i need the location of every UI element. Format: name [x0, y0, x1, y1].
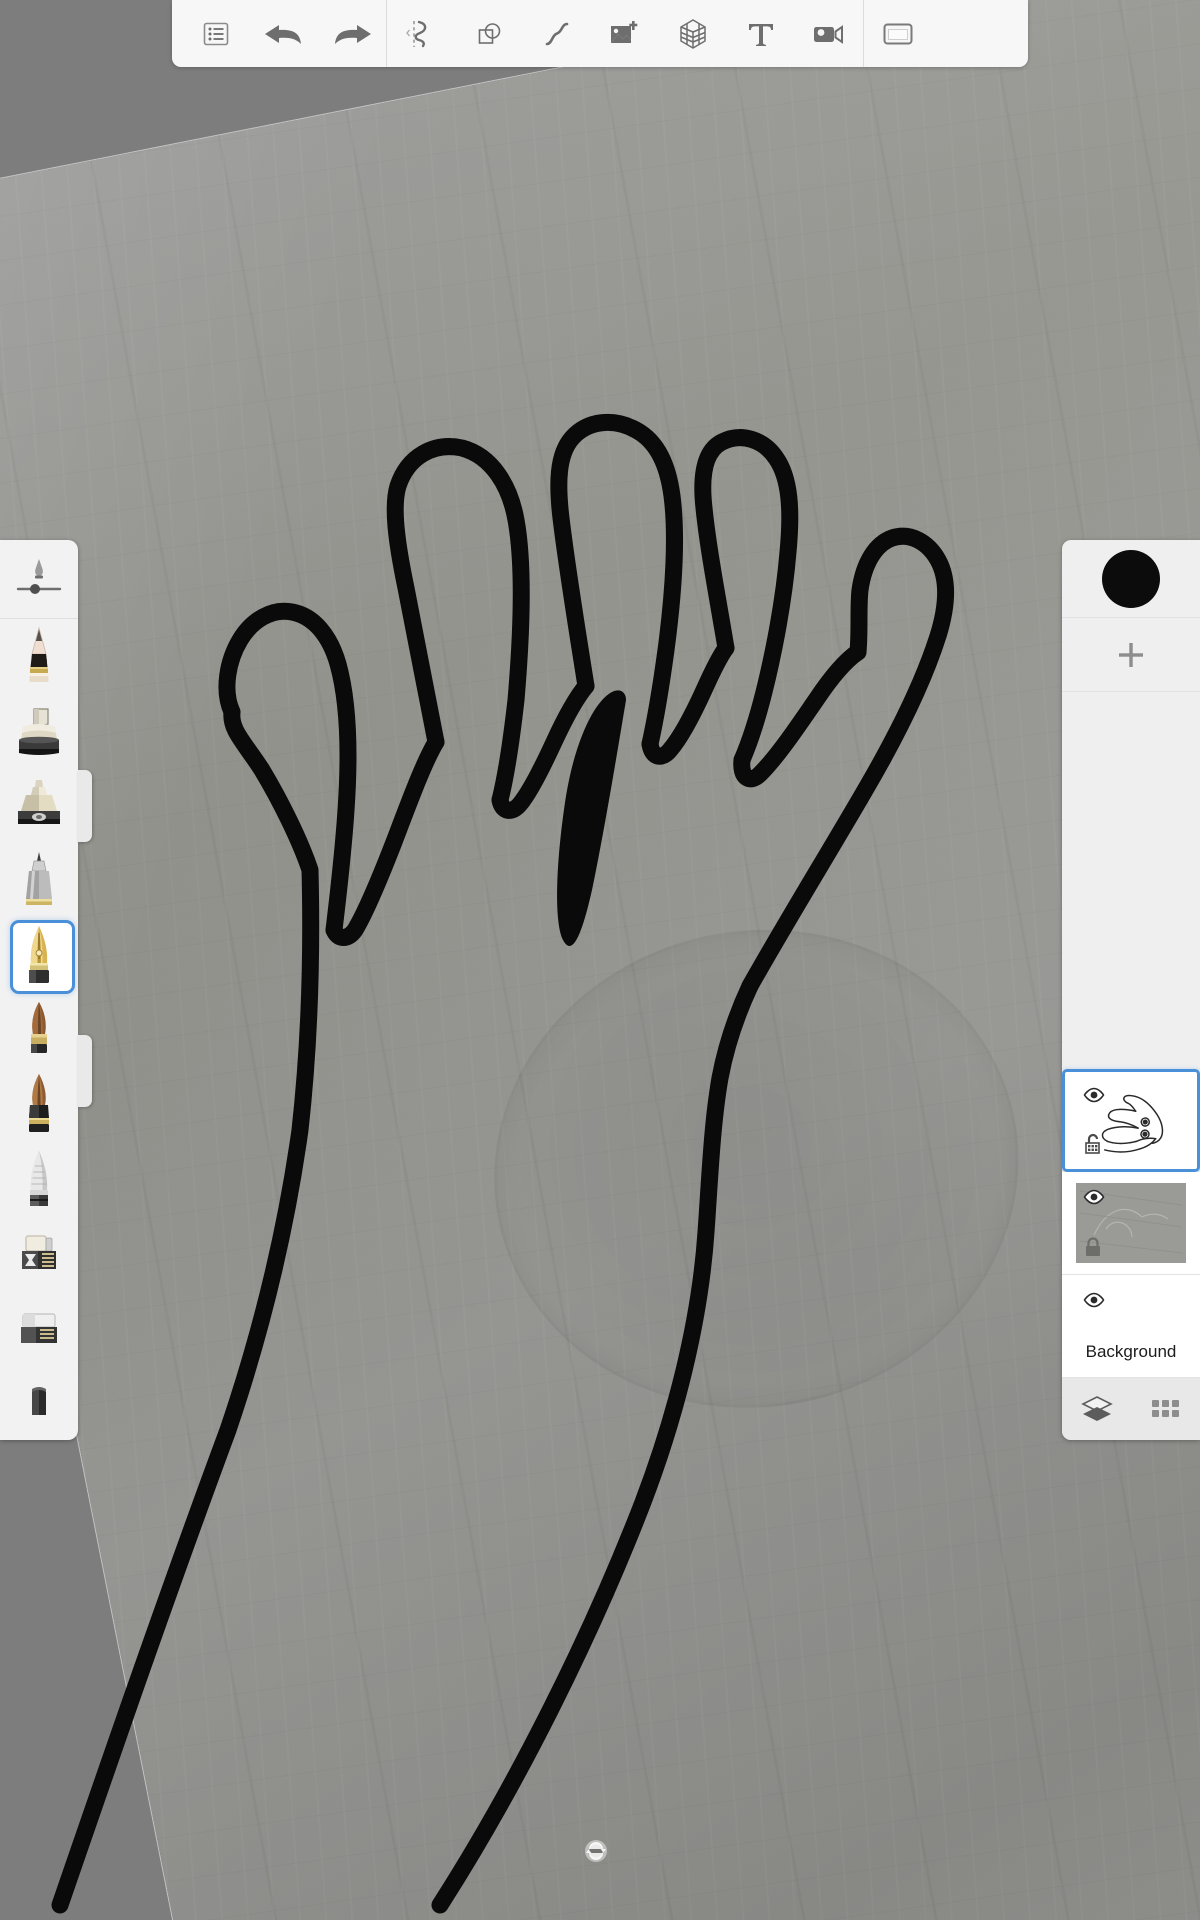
shapes-button[interactable] — [455, 0, 523, 67]
eye-icon[interactable] — [1083, 1189, 1105, 1205]
brush-eraser-block[interactable] — [0, 1291, 78, 1366]
text-t-icon — [749, 23, 773, 46]
redo-arrow-icon — [335, 24, 371, 44]
current-color-swatch[interactable] — [1102, 549, 1160, 608]
canvas-area[interactable] — [0, 0, 1200, 1920]
add-layer-button[interactable] — [1062, 618, 1200, 692]
add-image-icon — [611, 20, 638, 43]
fountain-pen-nib-icon — [29, 925, 49, 983]
fullscreen-button[interactable] — [864, 0, 932, 67]
perspective-cube-icon — [680, 18, 706, 49]
layer-row[interactable] — [1062, 1069, 1200, 1172]
brush-slider-icon — [16, 558, 62, 594]
paint-brush-icon — [29, 1074, 49, 1133]
layer-thumbnail — [1076, 1081, 1186, 1161]
eraser-block-icon — [21, 1313, 57, 1344]
brush-fountain-pen[interactable] — [0, 917, 78, 995]
brush-library-tab[interactable] — [78, 770, 92, 842]
plus-icon — [1119, 642, 1143, 667]
brush-pencil[interactable] — [0, 619, 78, 694]
redo-button[interactable] — [318, 0, 386, 67]
brush-ballpoint[interactable] — [0, 843, 78, 918]
unlock-icon[interactable] — [1084, 1133, 1104, 1155]
grid-view-button[interactable] — [1150, 1396, 1182, 1422]
layers-stack-icon — [1081, 1396, 1113, 1421]
eye-icon[interactable] — [1083, 1292, 1105, 1308]
window-icon — [883, 23, 913, 44]
layer-modes-button[interactable] — [1080, 1394, 1114, 1424]
video-camera-icon — [814, 24, 843, 44]
french-curve-button[interactable] — [523, 0, 591, 67]
marker-icon — [19, 708, 59, 755]
top-toolbar — [172, 0, 1028, 67]
shapes-icon — [478, 22, 501, 44]
brush-soft-eraser[interactable] — [0, 1365, 78, 1440]
layer-row[interactable]: Background — [1062, 1275, 1200, 1378]
color-swatch-row — [1062, 540, 1200, 618]
layers-footer — [1062, 1378, 1200, 1440]
undo-arrow-icon — [265, 24, 301, 44]
brush-chisel[interactable] — [0, 1141, 78, 1216]
brush-marker[interactable] — [0, 693, 78, 768]
layer-thumbnail: Background — [1076, 1286, 1186, 1366]
flat-brush-icon — [22, 1235, 56, 1270]
airbrush-icon — [18, 780, 60, 825]
text-button[interactable] — [727, 0, 795, 67]
lock-icon[interactable] — [1084, 1237, 1102, 1257]
curve-icon — [545, 22, 569, 45]
brush-options-tab[interactable] — [78, 1035, 92, 1107]
list-icon — [203, 22, 229, 45]
brush-flat[interactable] — [0, 1216, 78, 1291]
photo-layer — [0, 0, 1200, 1920]
eye-icon[interactable] — [1083, 1087, 1105, 1103]
add-image-button[interactable] — [591, 0, 659, 67]
layers-list[interactable]: Background — [1062, 692, 1200, 1378]
layer-row[interactable] — [1062, 1172, 1200, 1275]
brush-size-slider[interactable] — [0, 540, 78, 618]
layer-name-label: Background — [1085, 1342, 1177, 1361]
pencil-icon — [29, 626, 49, 682]
rotate-canvas-handle[interactable] — [583, 1838, 609, 1864]
chisel-marker-icon — [30, 1150, 48, 1206]
undo-button[interactable] — [250, 0, 318, 67]
soft-eraser-icon — [32, 1386, 46, 1415]
brush-round[interactable] — [0, 992, 78, 1067]
perspective-guide-button[interactable] — [659, 0, 727, 67]
ballpoint-pen-icon — [26, 852, 52, 905]
brush-paint[interactable] — [0, 1067, 78, 1142]
brush-airbrush[interactable] — [0, 768, 78, 843]
symmetry-button[interactable] — [387, 0, 455, 67]
round-brush-icon — [31, 1002, 47, 1054]
layers-panel: Background — [1062, 540, 1200, 1440]
layer-thumbnail — [1076, 1183, 1186, 1263]
symmetry-icon — [406, 20, 427, 47]
record-button[interactable] — [795, 0, 863, 67]
grid-icon — [1152, 1400, 1179, 1417]
brush-palette — [0, 540, 92, 1440]
layer-editor-button[interactable] — [182, 0, 250, 67]
